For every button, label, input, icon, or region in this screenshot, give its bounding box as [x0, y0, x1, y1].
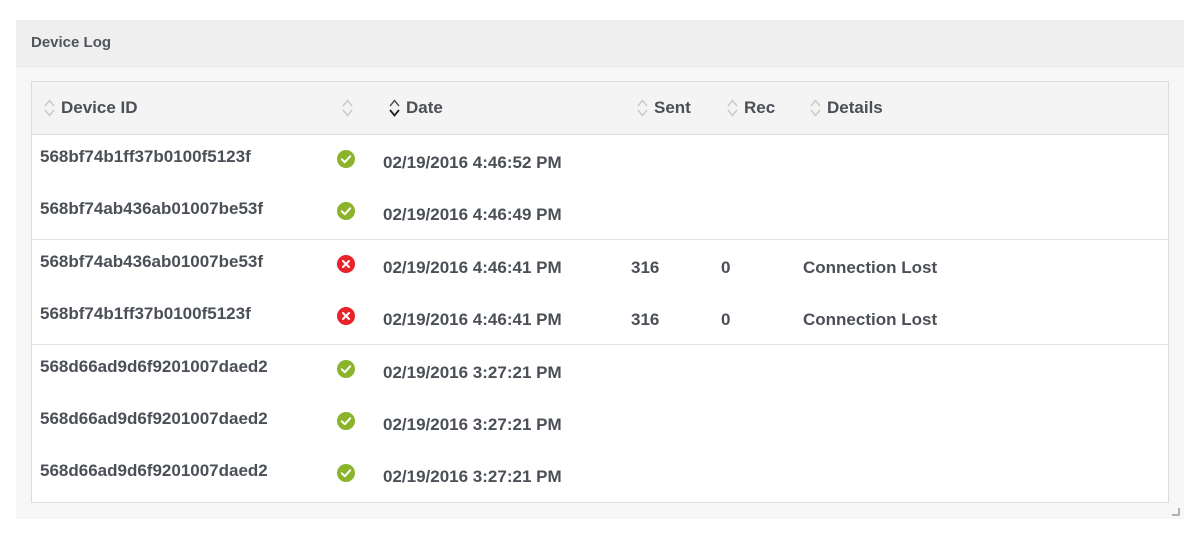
table-row[interactable]: 568bf74ab436ab01007be53f 02/19/2016 4:46:…: [32, 187, 1168, 240]
device-log-table: Device ID Date Sent Rec Details 568bf74b…: [31, 81, 1169, 503]
column-label-sent: Sent: [654, 98, 691, 117]
column-header-date[interactable]: Date: [389, 82, 443, 134]
date-cell: 02/19/2016 4:46:41 PM: [383, 310, 562, 329]
x-circle-icon: [337, 255, 355, 273]
column-header-sent[interactable]: Sent: [637, 82, 691, 134]
column-header-device-id[interactable]: Device ID: [44, 82, 138, 134]
device-id-cell: 568bf74b1ff37b0100f5123f: [40, 147, 251, 166]
sort-descending-icon: [389, 99, 400, 117]
column-label-details: Details: [827, 98, 883, 117]
panel-header: Device Log: [16, 20, 1184, 67]
column-header-details[interactable]: Details: [810, 82, 883, 134]
sort-updown-icon: [727, 99, 738, 117]
sent-cell: 316: [631, 310, 660, 329]
check-circle-icon: [337, 412, 355, 430]
device-log-panel: Device Log Device ID Date Sent Rec Detai…: [16, 20, 1184, 519]
date-cell: 02/19/2016 3:27:21 PM: [383, 363, 562, 382]
details-cell: Connection Lost: [803, 310, 938, 329]
device-id-cell: 568bf74ab436ab01007be53f: [40, 199, 264, 218]
table-row[interactable]: 568d66ad9d6f9201007daed2 02/19/2016 3:27:…: [32, 449, 1168, 501]
device-id-cell: 568d66ad9d6f9201007daed2: [40, 357, 268, 376]
date-cell: 02/19/2016 3:27:21 PM: [383, 415, 562, 434]
table-row[interactable]: 568bf74b1ff37b0100f5123f 02/19/2016 4:46:…: [32, 135, 1168, 188]
table-row[interactable]: 568d66ad9d6f9201007daed2 02/19/2016 3:27:…: [32, 397, 1168, 450]
panel-title: Device Log: [31, 34, 112, 51]
sort-updown-icon: [44, 99, 55, 117]
column-header-status[interactable]: [342, 82, 359, 134]
column-header-rec[interactable]: Rec: [727, 82, 775, 134]
device-id-cell: 568bf74ab436ab01007be53f: [40, 252, 264, 271]
sort-updown-icon: [637, 99, 648, 117]
device-id-cell: 568bf74b1ff37b0100f5123f: [40, 304, 251, 323]
date-cell: 02/19/2016 4:46:41 PM: [383, 258, 562, 277]
details-cell: Connection Lost: [803, 258, 938, 277]
device-id-cell: 568d66ad9d6f9201007daed2: [40, 461, 268, 480]
table-row[interactable]: 568d66ad9d6f9201007daed2 02/19/2016 3:27:…: [32, 345, 1168, 398]
sort-updown-icon: [810, 99, 821, 117]
check-circle-icon: [337, 202, 355, 220]
column-label-rec: Rec: [744, 98, 776, 117]
date-cell: 02/19/2016 4:46:49 PM: [383, 205, 562, 224]
sort-updown-icon: [342, 99, 353, 117]
x-circle-icon: [337, 307, 355, 325]
device-id-cell: 568d66ad9d6f9201007daed2: [40, 409, 268, 428]
column-label-device-id: Device ID: [61, 98, 138, 117]
check-circle-icon: [337, 360, 355, 378]
rec-cell: 0: [721, 258, 731, 277]
table-row[interactable]: 568bf74ab436ab01007be53f 02/19/2016 4:46:…: [32, 240, 1168, 293]
sent-cell: 316: [631, 258, 660, 277]
table-row[interactable]: 568bf74b1ff37b0100f5123f 02/19/2016 4:46:…: [32, 292, 1168, 345]
date-cell: 02/19/2016 4:46:52 PM: [383, 153, 562, 172]
check-circle-icon: [337, 464, 355, 482]
date-cell: 02/19/2016 3:27:21 PM: [383, 467, 562, 486]
rec-cell: 0: [721, 310, 731, 329]
table-header: Device ID Date Sent Rec Details: [32, 82, 1168, 135]
resize-grip-icon[interactable]: [1172, 508, 1180, 516]
column-label-date: Date: [406, 98, 443, 117]
check-circle-icon: [337, 150, 355, 168]
